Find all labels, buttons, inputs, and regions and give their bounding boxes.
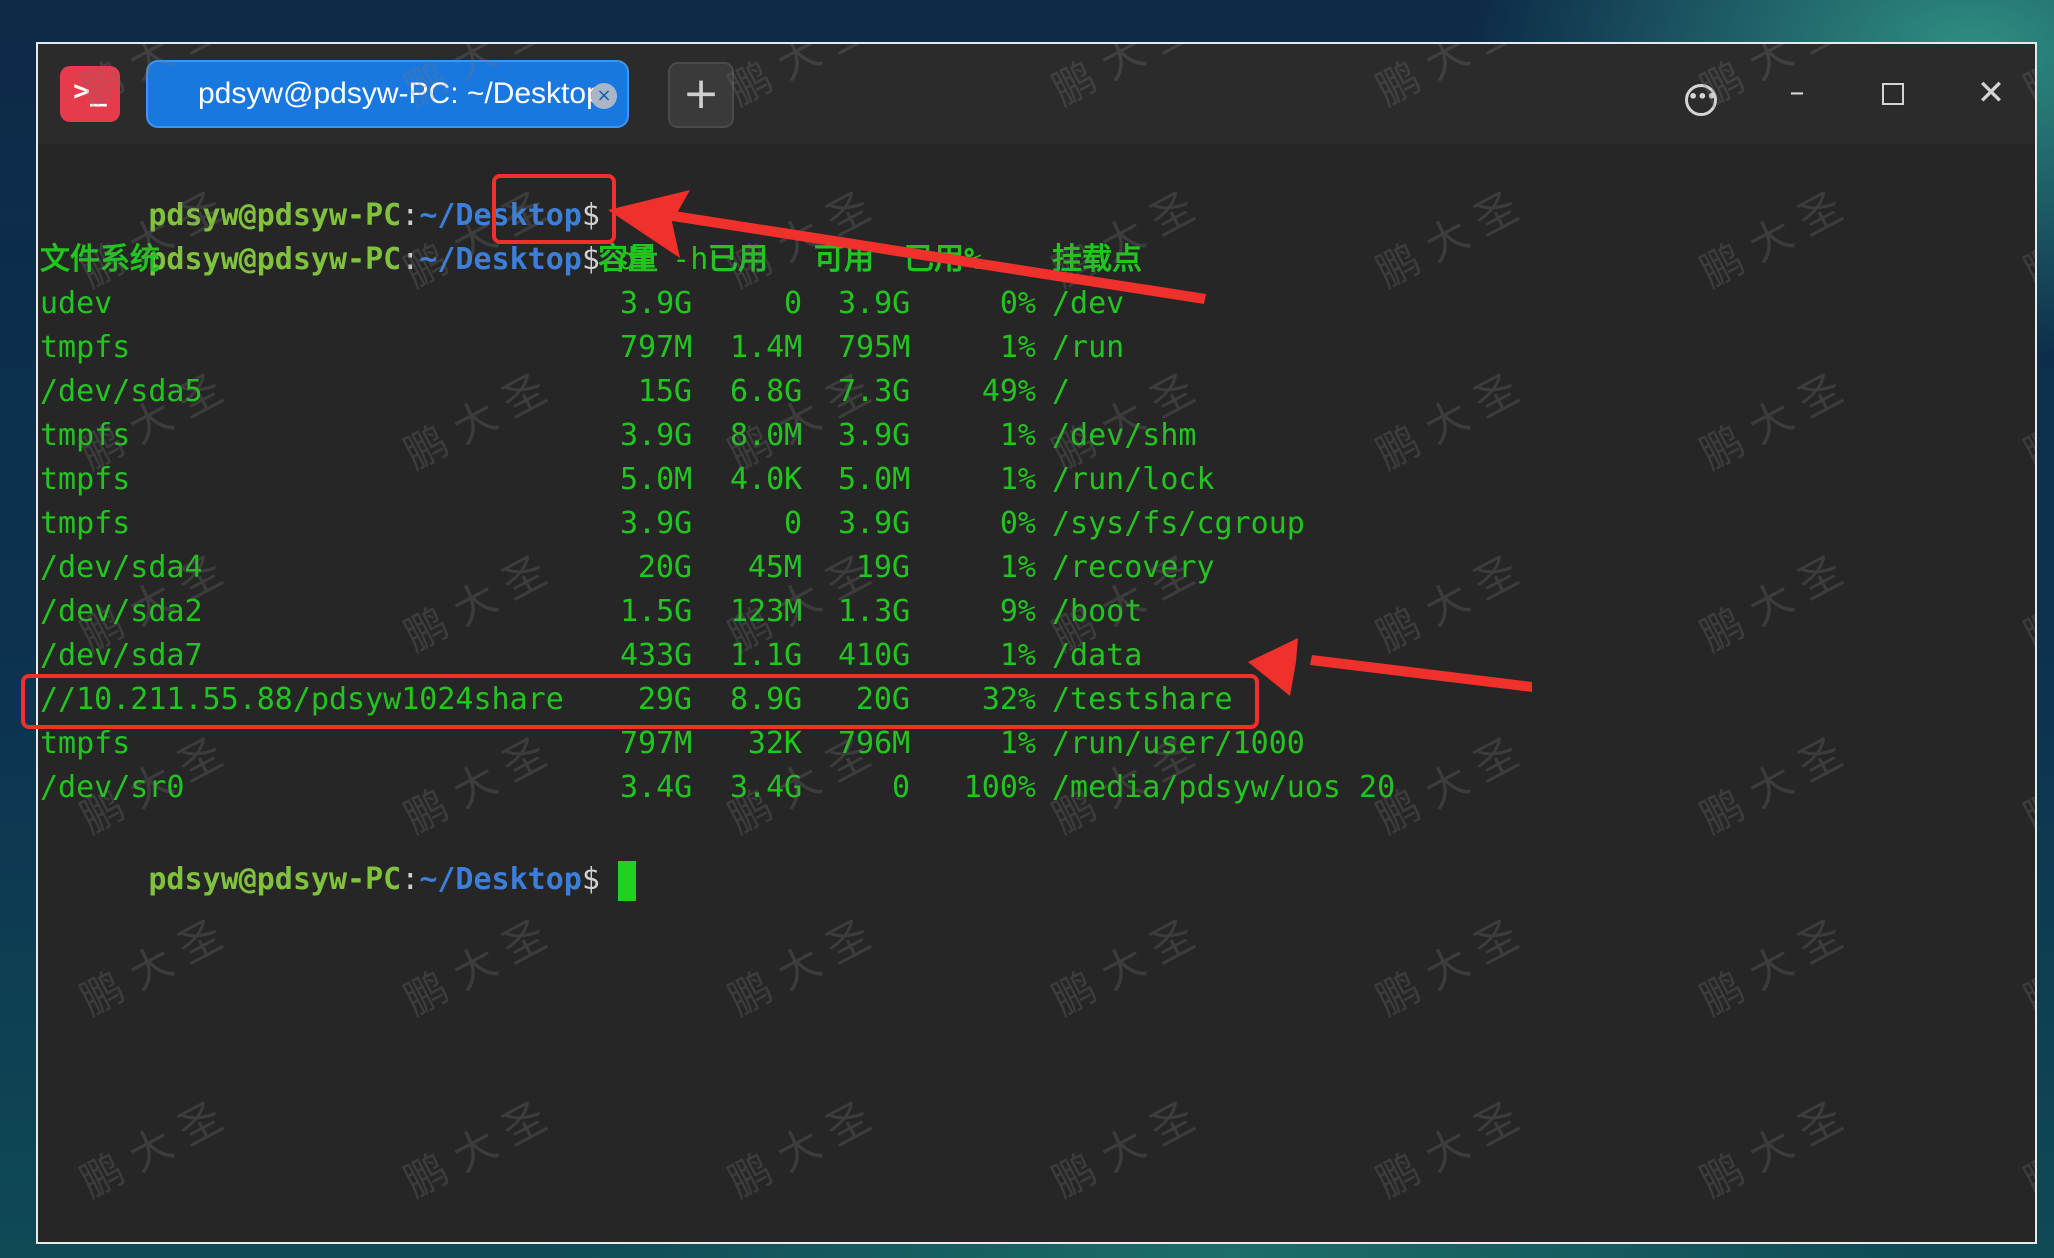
menu-button[interactable]: ••• (1674, 66, 1728, 120)
df-cell-mounted-on: /run/lock (1052, 462, 1215, 497)
df-cell-avail: 0 (891, 770, 910, 805)
header-avail: 可用 (814, 242, 874, 277)
df-cell-use-pct: 1% (999, 550, 1036, 585)
df-cell-mounted-on: /dev (1052, 286, 1125, 321)
df-cell-used: 1.1G (730, 638, 803, 673)
command-highlight-box (492, 174, 616, 244)
df-cell-use-pct: 9% (999, 594, 1036, 629)
df-cell-size: 15G (637, 374, 692, 409)
df-header-row: 文件系统 容量 已用 可用 已用% 挂载点 (40, 238, 1540, 282)
df-cell-size: 3.9G (620, 418, 693, 453)
df-cell-avail: 1.3G (838, 594, 911, 629)
df-row: udev 3.9G 0 3.9G 0% /dev (40, 282, 1540, 326)
prompt-dollar: $ (581, 862, 600, 897)
maximize-icon (1882, 83, 1904, 105)
df-cell-avail: 410G (838, 638, 911, 673)
df-cell-used: 123M (730, 594, 803, 629)
header-mounted-on: 挂载点 (1052, 242, 1142, 277)
df-cell-use-pct: 1% (999, 330, 1036, 365)
df-cell-mounted-on: /recovery (1052, 550, 1215, 585)
df-cell-filesystem: /dev/sda4 (40, 550, 203, 585)
header-used: 已用 (708, 242, 768, 277)
terminal-window: >_ pdsyw@pdsyw-PC: ~/Desktop × + ••• – ✕… (36, 42, 2037, 1244)
df-cell-use-pct: 1% (999, 418, 1036, 453)
prompt-user-host: pdsyw@pdsyw-PC (148, 862, 402, 897)
df-cell-filesystem: /dev/sda5 (40, 374, 203, 409)
df-cell-avail: 3.9G (838, 418, 911, 453)
df-cell-size: 3.9G (620, 506, 693, 541)
df-cell-size: 20G (637, 550, 692, 585)
df-cell-mounted-on: / (1052, 374, 1071, 409)
terminal-app-icon[interactable]: >_ (60, 66, 120, 122)
df-row: /dev/sda7 433G 1.1G 410G 1% /data (40, 634, 1540, 678)
tab-terminal[interactable]: pdsyw@pdsyw-PC: ~/Desktop × (146, 60, 629, 128)
df-cell-size: 433G (620, 638, 693, 673)
df-cell-avail: 3.9G (838, 506, 911, 541)
df-cell-filesystem: /dev/sr0 (40, 770, 185, 805)
df-cell-avail: 7.3G (838, 374, 911, 409)
df-row: tmpfs 5.0M 4.0K 5.0M 1% /run/lock (40, 458, 1540, 502)
df-cell-avail: 19G (855, 550, 910, 585)
df-cell-used: 0 (783, 506, 802, 541)
df-row: /dev/sda4 20G 45M 19G 1% /recovery (40, 546, 1540, 590)
df-row: /dev/sda5 15G 6.8G 7.3G 49% / (40, 370, 1540, 414)
df-cell-use-pct: 0% (999, 506, 1036, 541)
df-cell-mounted-on: /run (1052, 330, 1125, 365)
df-cell-mounted-on: /media/pdsyw/uos 20 (1052, 770, 1396, 805)
df-cell-used: 3.4G (730, 770, 803, 805)
df-cell-used: 1.4M (730, 330, 803, 365)
df-cell-used: 0 (783, 286, 802, 321)
df-cell-use-pct: 49% (981, 374, 1036, 409)
df-cell-filesystem: tmpfs (40, 330, 131, 365)
df-cell-mounted-on: /boot (1052, 594, 1143, 629)
df-cell-filesystem: udev (40, 286, 113, 321)
df-row: tmpfs 3.9G 8.0M 3.9G 1% /dev/shm (40, 414, 1540, 458)
df-cell-filesystem: /dev/sda2 (40, 594, 203, 629)
df-cell-use-pct: 1% (999, 462, 1036, 497)
header-size: 容量 (598, 242, 658, 277)
header-use-pct: 已用% (904, 242, 983, 277)
df-cell-use-pct: 0% (999, 286, 1036, 321)
df-cell-filesystem: /dev/sda7 (40, 638, 203, 673)
close-button[interactable]: ✕ (1964, 66, 2018, 120)
maximize-button[interactable] (1866, 66, 1920, 120)
active-prompt-line: pdsyw@pdsyw-PC:~/Desktop$ (40, 814, 636, 901)
df-cell-avail: 795M (838, 330, 911, 365)
df-cell-size: 797M (620, 330, 693, 365)
df-row: tmpfs 797M 1.4M 795M 1% /run (40, 326, 1540, 370)
df-cell-mounted-on: /dev/shm (1052, 418, 1197, 453)
df-cell-size: 3.9G (620, 286, 693, 321)
df-cell-size: 5.0M (620, 462, 693, 497)
df-cell-used: 4.0K (730, 462, 803, 497)
df-cell-used: 8.0M (730, 418, 803, 453)
df-cell-used: 6.8G (730, 374, 803, 409)
df-row: /dev/sr0 3.4G 3.4G 0 100% /media/pdsyw/uos 20 (40, 766, 1540, 810)
df-cell-mounted-on: /sys/fs/cgroup (1052, 506, 1305, 541)
prompt-colon: : (401, 862, 420, 897)
df-cell-size: 3.4G (620, 770, 693, 805)
df-cell-used: 45M (747, 550, 802, 585)
more-menu-icon: ••• (1685, 84, 1717, 116)
df-cell-size: 1.5G (620, 594, 693, 629)
prompt-path: ~/Desktop (419, 862, 582, 897)
df-row: /dev/sda2 1.5G 123M 1.3G 9% /boot (40, 590, 1540, 634)
header-filesystem: 文件系统 (40, 242, 160, 277)
df-cell-filesystem: tmpfs (40, 462, 131, 497)
tab-close-icon[interactable]: × (591, 83, 617, 109)
df-cell-mounted-on: /data (1052, 638, 1143, 673)
df-cell-filesystem: tmpfs (40, 506, 131, 541)
df-cell-filesystem: tmpfs (40, 418, 131, 453)
tab-title: pdsyw@pdsyw-PC: ~/Desktop (198, 77, 603, 110)
share-row-highlight-box (21, 674, 1259, 729)
text-cursor (617, 860, 636, 901)
df-cell-avail: 5.0M (838, 462, 911, 497)
new-tab-button[interactable]: + (668, 62, 734, 128)
minimize-button[interactable]: – (1770, 66, 1824, 120)
df-cell-avail: 3.9G (838, 286, 911, 321)
df-row: tmpfs 3.9G 0 3.9G 0% /sys/fs/cgroup (40, 502, 1540, 546)
df-cell-use-pct: 100% (963, 770, 1036, 805)
title-bar: >_ pdsyw@pdsyw-PC: ~/Desktop × + ••• – ✕ (38, 44, 2035, 144)
df-cell-use-pct: 1% (999, 638, 1036, 673)
